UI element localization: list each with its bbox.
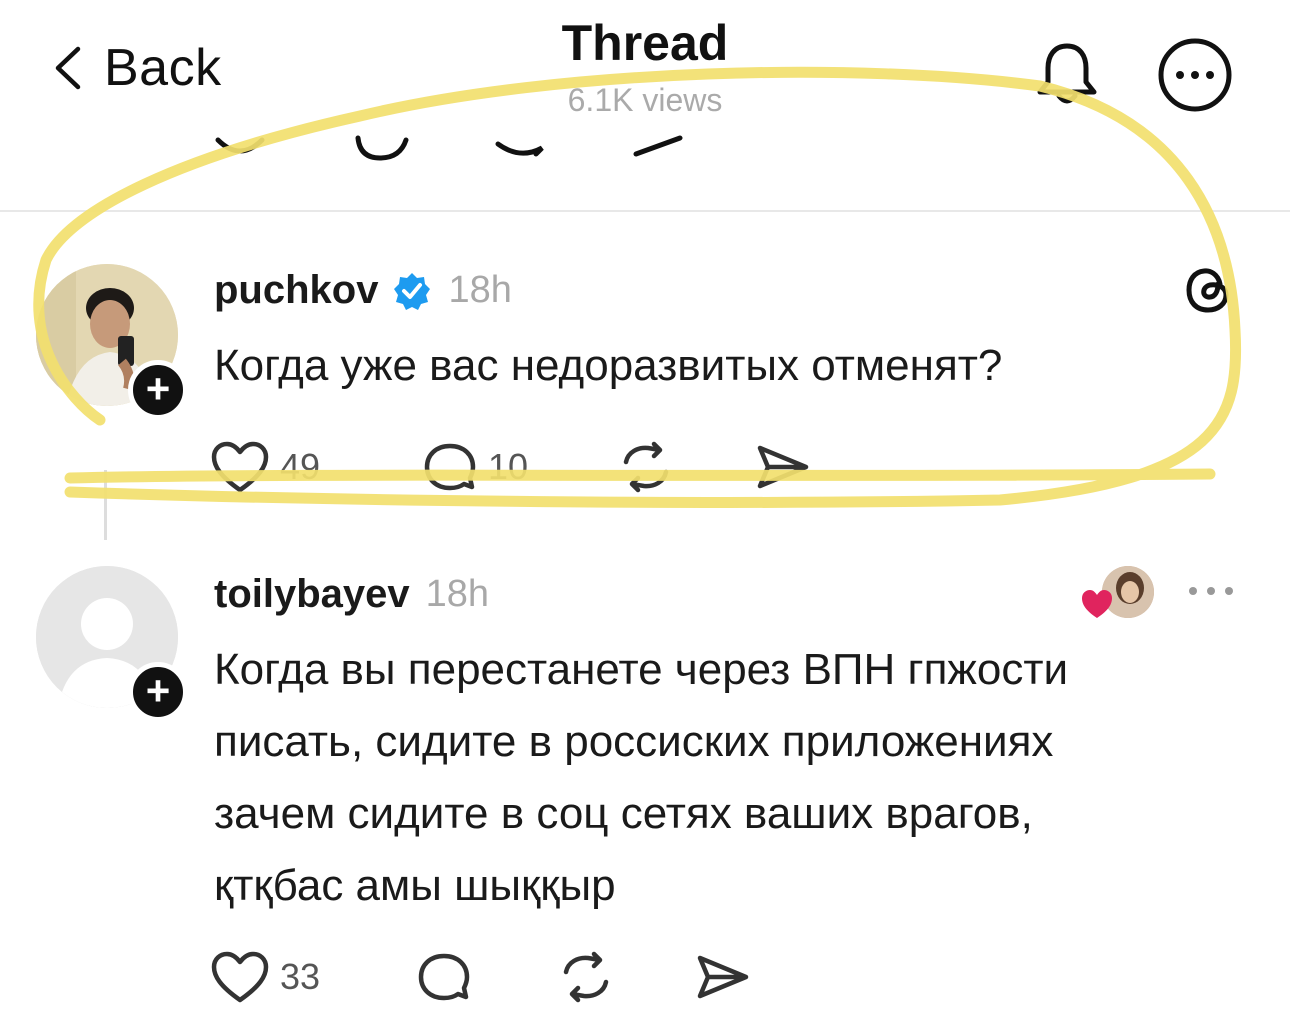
post-text-line: Когда вы перестанете через ВПН гпжости <box>214 645 1069 694</box>
heart-icon <box>211 951 269 1003</box>
post-text-line: зачем сидите в соц сетях ваших врагов, <box>214 789 1033 838</box>
post-header: toilybayev 18h <box>214 572 489 617</box>
post-text-line: қтқбас амы шыққыр <box>214 861 616 910</box>
share-icon[interactable] <box>692 950 752 1004</box>
like-button[interactable]: 33 <box>210 950 320 1004</box>
like-count: 33 <box>280 956 321 997</box>
comment-icon[interactable] <box>416 950 472 1004</box>
more-dots-icon[interactable] <box>1186 584 1236 598</box>
liked-by-author-indicator <box>1080 566 1160 626</box>
follow-plus-button[interactable]: + <box>128 662 188 722</box>
post-text: Когда вы перестанете через ВПН гпжости п… <box>214 634 1068 922</box>
plus-icon: + <box>145 667 171 714</box>
heart-icon <box>1082 590 1112 618</box>
post-time: 18h <box>425 573 490 615</box>
username[interactable]: toilybayev <box>214 572 410 617</box>
repost-icon[interactable] <box>556 950 616 1004</box>
post-text-line: писать, сидите в россиских приложениях <box>214 717 1054 766</box>
